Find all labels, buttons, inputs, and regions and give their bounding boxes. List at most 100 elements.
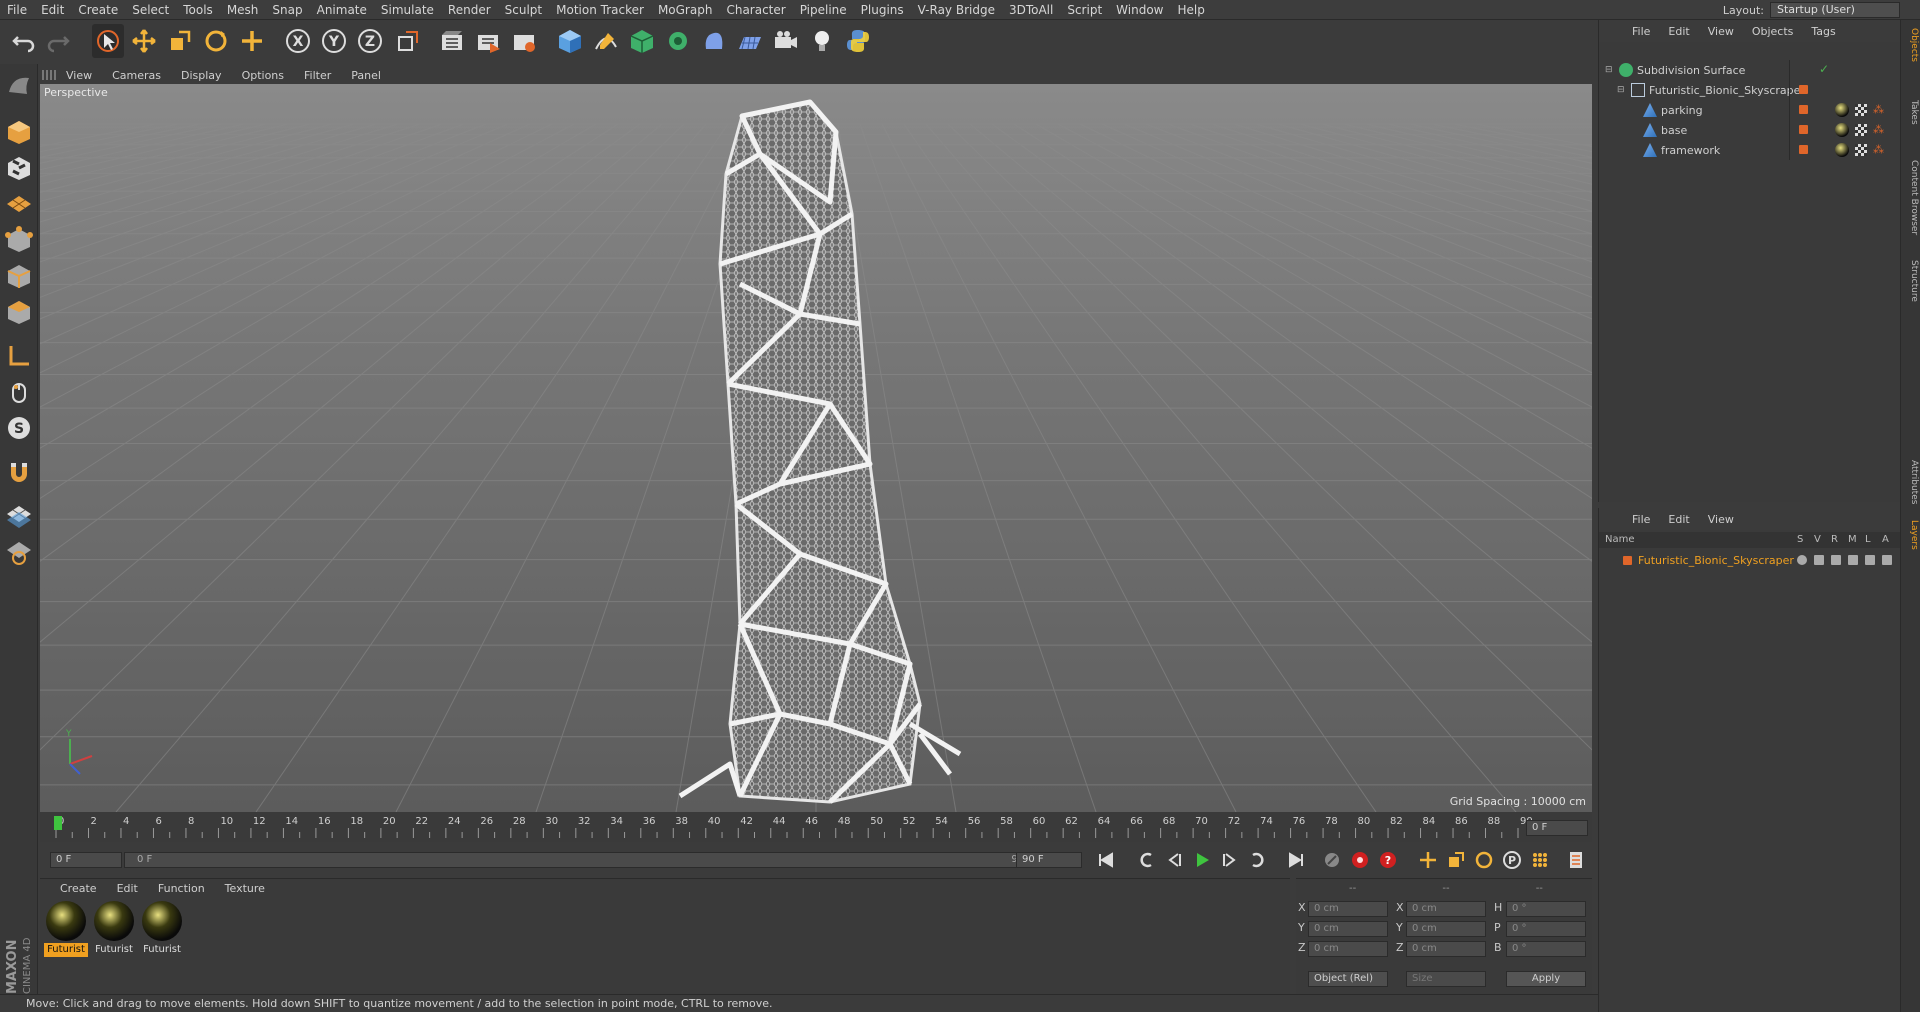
layer-row[interactable]: Futuristic_Bionic_Skyscraper: [1599, 550, 1901, 570]
camera-icon[interactable]: [770, 24, 802, 58]
make-editable-icon[interactable]: [3, 70, 35, 102]
pen-spline-icon[interactable]: [590, 24, 622, 58]
rotation-field[interactable]: 0 °: [1506, 921, 1586, 937]
size-field[interactable]: 0 cm: [1406, 921, 1486, 937]
layer-color-swatch[interactable]: [1799, 85, 1808, 94]
coordinate-system-icon[interactable]: [392, 24, 424, 58]
menu-3dtoall[interactable]: 3DToAll: [1002, 3, 1060, 17]
object-row[interactable]: framework ⁂: [1599, 140, 1901, 160]
layer-color-swatch[interactable]: [1623, 555, 1632, 565]
tab-takes[interactable]: Takes: [1903, 100, 1919, 125]
object-menu-view[interactable]: View: [1699, 25, 1743, 38]
phong-tag-icon[interactable]: ⁂: [1873, 123, 1887, 137]
previous-key-icon[interactable]: [1134, 848, 1158, 872]
tab-attributes[interactable]: Attributes: [1903, 460, 1919, 504]
layer-color-swatch[interactable]: [1799, 145, 1808, 154]
layer-menu-edit[interactable]: Edit: [1659, 513, 1698, 526]
tab-structure[interactable]: Structure: [1903, 260, 1919, 302]
size-mode-dropdown[interactable]: Size: [1406, 971, 1486, 987]
polygons-mode-icon[interactable]: [3, 296, 35, 328]
viewport-menu-filter[interactable]: Filter: [294, 69, 341, 82]
layer-locked-icon[interactable]: [1865, 555, 1875, 565]
menu-character[interactable]: Character: [719, 3, 792, 17]
menu-sculpt[interactable]: Sculpt: [498, 3, 549, 17]
layer-column-r[interactable]: R: [1831, 534, 1838, 545]
menu-pipeline[interactable]: Pipeline: [793, 3, 854, 17]
transform-icon[interactable]: [236, 24, 268, 58]
menu-mograph[interactable]: MoGraph: [651, 3, 720, 17]
menu-script[interactable]: Script: [1060, 3, 1109, 17]
layer-name[interactable]: Futuristic_Bionic_Skyscraper: [1638, 554, 1794, 567]
key-position-icon[interactable]: [1416, 848, 1440, 872]
position-field[interactable]: 0 cm: [1308, 901, 1388, 917]
position-field[interactable]: 0 cm: [1308, 921, 1388, 937]
menu-window[interactable]: Window: [1109, 3, 1170, 17]
viewport-menu-display[interactable]: Display: [171, 69, 232, 82]
y-axis-icon[interactable]: Y: [318, 24, 350, 58]
menu-tools[interactable]: Tools: [176, 3, 220, 17]
apply-button[interactable]: Apply: [1506, 971, 1586, 987]
material-menu-function[interactable]: Function: [148, 882, 215, 895]
key-pla-icon[interactable]: [1528, 848, 1552, 872]
workplane-icon[interactable]: [3, 186, 35, 218]
record-keyframe-icon[interactable]: [1348, 848, 1372, 872]
material-tag-icon[interactable]: [1835, 123, 1849, 137]
menu-mesh[interactable]: Mesh: [220, 3, 266, 17]
undo-icon[interactable]: [8, 24, 40, 58]
menu-plugins[interactable]: Plugins: [854, 3, 911, 17]
size-field[interactable]: 0 cm: [1406, 941, 1486, 957]
subdivision-surface-icon[interactable]: [626, 24, 658, 58]
material-swatch[interactable]: Futurist: [92, 901, 136, 959]
model-mode-icon[interactable]: [3, 116, 35, 148]
timeline-ruler[interactable]: 0246810121416182022242628303234363840424…: [40, 812, 1592, 842]
deformer-icon[interactable]: [698, 24, 730, 58]
render-view-icon[interactable]: [436, 24, 468, 58]
layer-render-icon[interactable]: [1831, 555, 1841, 565]
lock-workplane-icon[interactable]: [3, 500, 35, 532]
live-selection-icon[interactable]: [92, 24, 124, 58]
move-icon[interactable]: [128, 24, 160, 58]
enabled-check-icon[interactable]: ✓: [1819, 62, 1829, 76]
tab-layers[interactable]: Layers: [1903, 520, 1919, 550]
render-settings-icon[interactable]: [508, 24, 540, 58]
texture-tag-icon[interactable]: [1855, 104, 1867, 116]
texture-mode-icon[interactable]: [3, 152, 35, 184]
play-icon[interactable]: [1190, 848, 1214, 872]
menu-create[interactable]: Create: [71, 3, 125, 17]
planar-workplane-icon[interactable]: [3, 536, 35, 568]
menu-simulate[interactable]: Simulate: [374, 3, 441, 17]
object-menu-objects[interactable]: Objects: [1743, 25, 1803, 38]
rotate-icon[interactable]: [200, 24, 232, 58]
object-row[interactable]: base ⁂: [1599, 120, 1901, 140]
layer-manager-icon[interactable]: [1848, 555, 1858, 565]
layer-column-m[interactable]: M: [1848, 534, 1857, 545]
goto-end-icon[interactable]: [1284, 848, 1308, 872]
menu-help[interactable]: Help: [1170, 3, 1211, 17]
z-axis-icon[interactable]: Z: [354, 24, 386, 58]
scale-icon[interactable]: [164, 24, 196, 58]
menu-animate[interactable]: Animate: [310, 3, 374, 17]
layer-menu-file[interactable]: File: [1623, 513, 1659, 526]
points-mode-icon[interactable]: [3, 224, 35, 256]
edges-mode-icon[interactable]: [3, 260, 35, 292]
tab-objects[interactable]: Objects: [1903, 28, 1919, 62]
rotation-field[interactable]: 0 °: [1506, 941, 1586, 957]
layer-column-l[interactable]: L: [1865, 534, 1871, 545]
key-rotation-icon[interactable]: [1472, 848, 1496, 872]
key-scale-icon[interactable]: [1444, 848, 1468, 872]
material-menu-edit[interactable]: Edit: [107, 882, 148, 895]
next-frame-icon[interactable]: [1218, 848, 1242, 872]
viewport-menu-cameras[interactable]: Cameras: [102, 69, 171, 82]
x-axis-icon[interactable]: X: [282, 24, 314, 58]
object-menu-file[interactable]: File: [1623, 25, 1659, 38]
perspective-viewport[interactable]: Y Perspective Grid Spacing : 10000 cm ✥ …: [40, 84, 1592, 812]
layout-dropdown[interactable]: Startup (User): [1770, 2, 1900, 18]
key-parameter-icon[interactable]: P: [1500, 848, 1524, 872]
next-key-icon[interactable]: [1246, 848, 1270, 872]
object-row[interactable]: parking ⁂: [1599, 100, 1901, 120]
layer-column-v[interactable]: V: [1814, 534, 1821, 545]
floor-scene-icon[interactable]: [734, 24, 766, 58]
object-menu-edit[interactable]: Edit: [1659, 25, 1698, 38]
object-row[interactable]: ⊟ Subdivision Surface ✓: [1599, 60, 1901, 80]
tweak-mode-icon[interactable]: [3, 376, 35, 408]
